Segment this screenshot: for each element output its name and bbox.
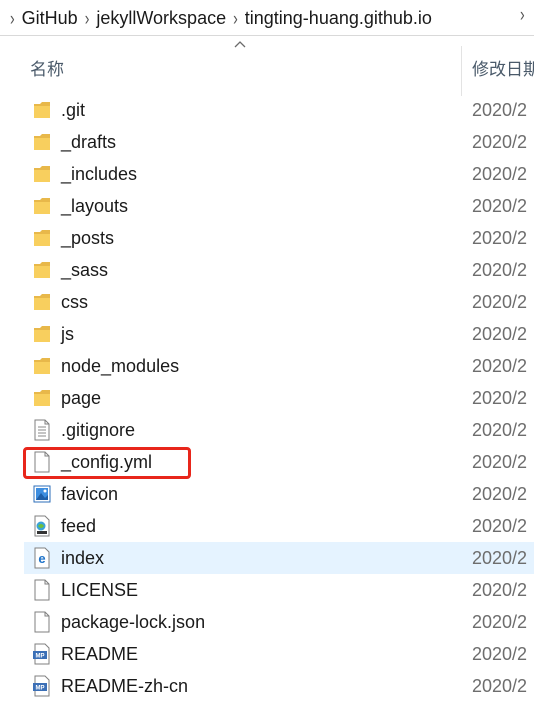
folder-icon (32, 99, 52, 121)
file-list-item[interactable]: MP README 2020/2 (24, 638, 534, 670)
file-list-item[interactable]: _drafts 2020/2 (24, 126, 534, 158)
address-breadcrumb[interactable]: › GitHub › jekyllWorkspace › tingting-hu… (0, 0, 534, 36)
file-name: package-lock.json (61, 612, 206, 632)
folder-icon (32, 323, 52, 345)
file-name: favicon (61, 484, 119, 504)
file-date-modified: 2020/2 (472, 452, 528, 472)
file-name: js (61, 324, 74, 344)
breadcrumb-item-repo[interactable]: tingting-huang.github.io (244, 8, 433, 29)
file-name: LICENSE (61, 580, 139, 600)
file-name: _posts (61, 228, 115, 248)
file-name: page (61, 388, 102, 408)
file-list-item[interactable]: _includes 2020/2 (24, 158, 534, 190)
file-name: index (61, 548, 105, 568)
file-list-item[interactable]: _posts 2020/2 (24, 222, 534, 254)
file-list-item[interactable]: js 2020/2 (24, 318, 534, 350)
image-file-icon (32, 483, 52, 505)
file-date-modified: 2020/2 (472, 676, 528, 696)
file-name: feed (61, 516, 97, 536)
text-file-icon (32, 419, 52, 441)
column-header-date-modified[interactable]: 修改日期 (472, 55, 534, 80)
file-list-item[interactable]: _layouts 2020/2 (24, 190, 534, 222)
file-date-modified: 2020/2 (472, 132, 528, 152)
file-date-modified: 2020/2 (472, 644, 528, 664)
file-name: _drafts (61, 132, 117, 152)
folder-icon (32, 163, 52, 185)
file-date-modified: 2020/2 (472, 612, 528, 632)
folder-icon (32, 355, 52, 377)
folder-icon (32, 227, 52, 249)
file-name: README-zh-cn (61, 676, 189, 696)
file-date-modified: 2020/2 (472, 356, 528, 376)
folder-icon (32, 259, 52, 281)
file-list-item[interactable]: favicon 2020/2 (24, 478, 534, 510)
svg-text:MP: MP (36, 654, 45, 660)
markdown-file-icon: MP (32, 675, 52, 697)
file-list-item[interactable]: feed 2020/2 (24, 510, 534, 542)
file-list-item[interactable]: LICENSE 2020/2 (24, 574, 534, 606)
file-name: _sass (61, 260, 109, 280)
file-icon (32, 579, 52, 601)
chevron-right-icon[interactable]: › (10, 7, 15, 29)
file-date-modified: 2020/2 (472, 548, 528, 568)
chevron-right-icon[interactable]: › (233, 7, 238, 29)
file-list-item[interactable]: e index 2020/2 (24, 542, 534, 574)
markdown-file-icon: MP (32, 643, 52, 665)
breadcrumb-item-jekyllworkspace[interactable]: jekyllWorkspace (95, 8, 227, 29)
file-list-item[interactable]: .gitignore 2020/2 (24, 414, 534, 446)
file-list-item[interactable]: css 2020/2 (24, 286, 534, 318)
html-file-icon: e (32, 547, 52, 569)
file-date-modified: 2020/2 (472, 292, 528, 312)
file-date-modified: 2020/2 (472, 100, 528, 120)
sort-ascending-icon (234, 41, 246, 48)
folder-icon (32, 387, 52, 409)
file-name: _layouts (61, 196, 129, 216)
file-date-modified: 2020/2 (472, 324, 528, 344)
file-list-item[interactable]: package-lock.json 2020/2 (24, 606, 534, 638)
file-list-item[interactable]: _sass 2020/2 (24, 254, 534, 286)
file-date-modified: 2020/2 (472, 580, 528, 600)
breadcrumb-item-github[interactable]: GitHub (21, 8, 79, 29)
file-name: .gitignore (61, 420, 136, 440)
file-name: .git (61, 100, 86, 120)
highlight-annotation-box (23, 447, 191, 479)
file-date-modified: 2020/2 (472, 228, 528, 248)
file-list-item[interactable]: page 2020/2 (24, 382, 534, 414)
folder-icon (32, 291, 52, 313)
file-date-modified: 2020/2 (472, 484, 528, 504)
column-header-bar (0, 36, 534, 96)
file-list-item[interactable]: MP README-zh-cn 2020/2 (24, 670, 534, 702)
column-divider[interactable] (461, 46, 462, 96)
column-header-name[interactable]: 名称 (30, 55, 64, 80)
file-name: node_modules (61, 356, 180, 376)
file-name: README (61, 644, 139, 664)
file-date-modified: 2020/2 (472, 196, 528, 216)
svg-text:e: e (38, 551, 45, 566)
file-date-modified: 2020/2 (472, 420, 528, 440)
file-list-item[interactable]: node_modules 2020/2 (24, 350, 534, 382)
svg-text:MP: MP (36, 686, 45, 692)
file-date-modified: 2020/2 (472, 388, 528, 408)
feed-file-icon (32, 515, 52, 537)
file-name: css (61, 292, 88, 312)
file-name: _includes (61, 164, 138, 184)
file-date-modified: 2020/2 (472, 516, 528, 536)
file-list-item[interactable]: .git 2020/2 (24, 94, 534, 126)
folder-icon (32, 131, 52, 153)
chevron-right-icon[interactable]: › (520, 3, 525, 25)
file-date-modified: 2020/2 (472, 164, 528, 184)
folder-icon (32, 195, 52, 217)
file-icon (32, 611, 52, 633)
chevron-right-icon[interactable]: › (85, 7, 90, 29)
file-date-modified: 2020/2 (472, 260, 528, 280)
